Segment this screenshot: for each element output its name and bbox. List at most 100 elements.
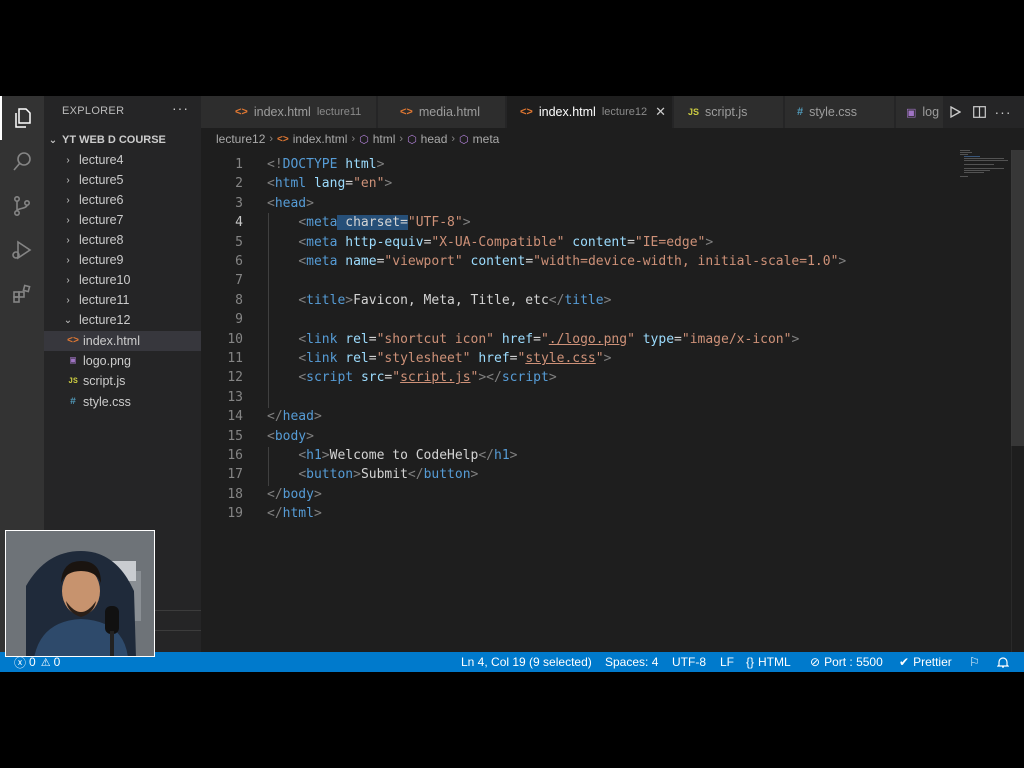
- element-icon: ⬡: [459, 133, 469, 146]
- js-icon: JS: [68, 376, 78, 386]
- prettier-status[interactable]: ✔ Prettier: [899, 652, 952, 672]
- breadcrumb: lecture12 › <> index.html › ⬡ html › ⬡ h…: [216, 131, 499, 147]
- feedback-icon[interactable]: ⚐: [969, 652, 980, 672]
- tab-label: log: [922, 105, 940, 119]
- search-icon[interactable]: [0, 140, 44, 184]
- explorer-icon[interactable]: [0, 96, 44, 140]
- chevron-right-icon: ›: [66, 254, 70, 266]
- line-number: 14: [227, 409, 243, 425]
- folder-lecture7[interactable]: › lecture7: [44, 210, 201, 230]
- tab-script-js[interactable]: JS script.js: [674, 96, 784, 128]
- html-icon: <>: [277, 133, 289, 145]
- breadcrumb-html[interactable]: html: [373, 132, 396, 146]
- end-of-line[interactable]: LF: [720, 652, 734, 672]
- code-line[interactable]: 1 <!DOCTYPE html>: [201, 155, 961, 174]
- run-icon[interactable]: [944, 96, 966, 128]
- folder-lecture10[interactable]: › lecture10: [44, 270, 201, 290]
- folder-lecture6[interactable]: › lecture6: [44, 190, 201, 210]
- code-line[interactable]: 13: [201, 388, 961, 407]
- code-text: <body>: [267, 428, 314, 444]
- bell-icon[interactable]: [997, 652, 1009, 672]
- file-style-css[interactable]: # style.css: [44, 392, 201, 412]
- source-control-icon[interactable]: [0, 184, 44, 228]
- cursor-position[interactable]: Ln 4, Col 19 (9 selected): [461, 652, 592, 672]
- indentation[interactable]: Spaces: 4: [605, 652, 658, 672]
- code-text: </html>: [267, 506, 322, 522]
- code-line[interactable]: 8 <title>Favicon, Meta, Title, etc</titl…: [201, 291, 961, 310]
- more-actions-icon[interactable]: ···: [992, 96, 1014, 128]
- line-number: 6: [235, 254, 243, 269]
- folder-lecture4[interactable]: › lecture4: [44, 150, 201, 170]
- folder-lecture12[interactable]: ⌄ lecture12: [44, 310, 201, 330]
- image-icon: ▣: [906, 106, 917, 119]
- folder-lecture9[interactable]: › lecture9: [44, 250, 201, 270]
- code-line[interactable]: 16 <h1>Welcome to CodeHelp</h1>: [201, 446, 961, 465]
- tab-description: lecture11: [316, 106, 362, 118]
- folder-lecture5[interactable]: › lecture5: [44, 170, 201, 190]
- language-mode[interactable]: {} HTML: [746, 652, 791, 672]
- code-text: <link rel="shortcut icon" href="./logo.p…: [298, 331, 800, 347]
- code-text: <!DOCTYPE html>: [267, 157, 385, 172]
- folder-lecture8[interactable]: › lecture8: [44, 230, 201, 250]
- more-actions-icon[interactable]: ···: [172, 100, 189, 116]
- port-label: Port : 5500: [824, 655, 883, 669]
- code-line[interactable]: 6 <meta name="viewport" content="width=d…: [201, 252, 961, 271]
- code-line[interactable]: 12 <script src="script.js"></script>: [201, 368, 961, 387]
- image-icon: ▣: [69, 356, 77, 367]
- project-folder[interactable]: ⌄ YT WEB D COURSE: [44, 130, 201, 150]
- breadcrumb-head[interactable]: head: [421, 132, 448, 146]
- broadcast-icon: ⊘: [810, 655, 821, 669]
- code-line[interactable]: 11 <link rel="stylesheet" href="style.cs…: [201, 349, 961, 368]
- file-index-html[interactable]: <> index.html: [44, 331, 201, 351]
- tab-index-html-lecture12[interactable]: <> index.html lecture12 ✕: [507, 96, 673, 128]
- code-line[interactable]: 14 </head>: [201, 407, 961, 426]
- element-icon: ⬡: [359, 133, 369, 146]
- code-line[interactable]: 9: [201, 310, 961, 329]
- code-line[interactable]: 17 <button>Submit</button>: [201, 465, 961, 484]
- live-server-port[interactable]: ⊘ Port : 5500: [810, 652, 883, 672]
- breadcrumb-file[interactable]: index.html: [293, 132, 348, 146]
- code-line[interactable]: 2 <html lang="en">: [201, 174, 961, 193]
- element-icon: ⬡: [407, 133, 417, 146]
- encoding[interactable]: UTF-8: [672, 652, 706, 672]
- run-debug-icon[interactable]: [0, 228, 44, 272]
- code-line[interactable]: 5 <meta http-equiv="X-UA-Compatible" con…: [201, 233, 961, 252]
- tab-media-html[interactable]: <> media.html: [378, 96, 506, 128]
- folder-label: lecture6: [79, 193, 124, 207]
- minimap[interactable]: [958, 150, 1008, 180]
- code-line[interactable]: 4 <meta charset="UTF-8">: [201, 213, 961, 232]
- scrollbar-thumb[interactable]: [1011, 150, 1024, 446]
- tab-log[interactable]: ▣ log: [896, 96, 944, 128]
- code-text: <script src="script.js"></script>: [298, 370, 557, 386]
- extensions-icon[interactable]: [0, 272, 44, 316]
- code-line[interactable]: 10 <link rel="shortcut icon" href="./log…: [201, 330, 961, 349]
- folder-lecture11[interactable]: › lecture11: [44, 290, 201, 310]
- split-editor-icon[interactable]: [968, 96, 990, 128]
- code-text: <meta http-equiv="X-UA-Compatible" conte…: [298, 234, 714, 250]
- file-script-js[interactable]: JS script.js: [44, 371, 201, 391]
- code-line[interactable]: 7: [201, 271, 961, 290]
- line-number: 13: [227, 389, 243, 405]
- code-text: <link rel="stylesheet" href="style.css">: [298, 351, 612, 366]
- code-line[interactable]: 18 </body>: [201, 485, 961, 504]
- file-logo-png[interactable]: ▣ logo.png: [44, 351, 201, 371]
- line-number: 9: [235, 312, 243, 328]
- chevron-right-icon: ›: [66, 174, 70, 186]
- code-text: <html lang="en">: [267, 176, 393, 192]
- chevron-right-icon: ›: [66, 194, 70, 206]
- line-number: 3: [235, 195, 243, 211]
- close-icon[interactable]: ✕: [655, 104, 666, 120]
- html-icon: <>: [235, 106, 248, 118]
- code-editor[interactable]: 1 <!DOCTYPE html> 2 <html lang="en"> 3 <head>…: [201, 150, 1024, 652]
- code-line[interactable]: 19 </html>: [201, 504, 961, 523]
- chevron-down-icon: ⌄: [48, 134, 58, 146]
- breadcrumb-folder[interactable]: lecture12: [216, 132, 265, 146]
- tab-description: lecture12: [601, 106, 648, 118]
- code-line[interactable]: 15 <body>: [201, 427, 961, 446]
- breadcrumb-meta[interactable]: meta: [473, 132, 500, 146]
- presenter-video: [6, 531, 154, 656]
- tab-index-html-lecture11[interactable]: <> index.html lecture11: [201, 96, 377, 128]
- code-line[interactable]: 3 <head>: [201, 194, 961, 213]
- file-label: logo.png: [83, 354, 131, 368]
- tab-style-css[interactable]: # style.css: [785, 96, 895, 128]
